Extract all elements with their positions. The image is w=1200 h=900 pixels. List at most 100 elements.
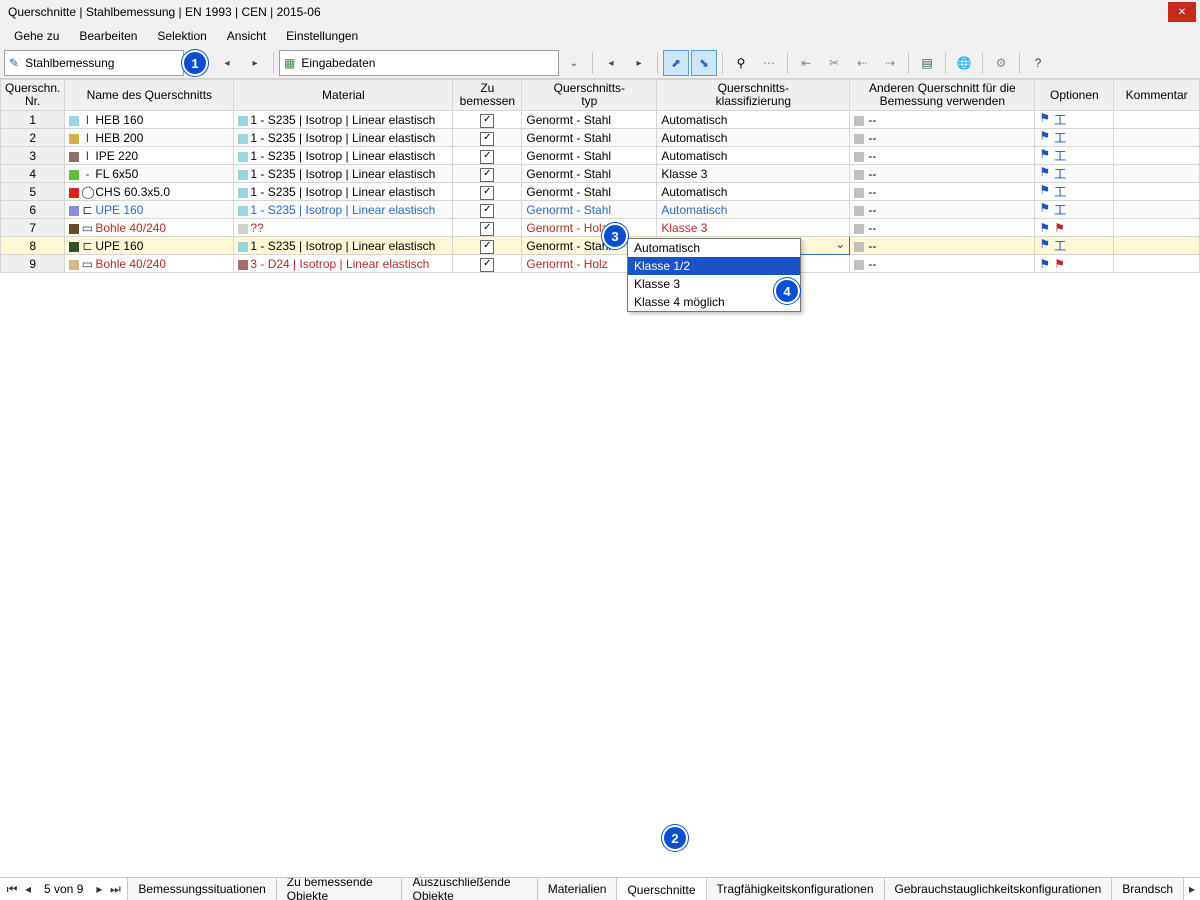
- classification-cell[interactable]: Automatisch: [657, 183, 850, 201]
- classification-cell[interactable]: Klasse 3: [657, 165, 850, 183]
- tool-clear[interactable]: ⋯: [756, 50, 782, 76]
- flag-icon[interactable]: ⚑: [1039, 147, 1050, 164]
- options-cell[interactable]: ⚑工: [1035, 147, 1114, 165]
- tab-brandsch[interactable]: Brandsch: [1112, 878, 1184, 900]
- material-cell[interactable]: 1 - S235 | Isotrop | Linear elastisch: [234, 183, 453, 201]
- options-cell[interactable]: ⚑工: [1035, 165, 1114, 183]
- tool-excel[interactable]: ▤: [914, 50, 940, 76]
- header-name[interactable]: Name des Querschnitts: [65, 80, 234, 111]
- section-name-cell[interactable]: ▭Bohle 40/240: [65, 255, 234, 273]
- pager-next-icon[interactable]: ▸: [93, 882, 105, 896]
- checkbox-icon[interactable]: ✓: [480, 168, 494, 182]
- other-section-cell[interactable]: --: [850, 147, 1035, 165]
- other-section-cell[interactable]: --: [850, 129, 1035, 147]
- section-name-cell[interactable]: IHEB 160: [65, 111, 234, 129]
- design-checkbox-cell[interactable]: ✓: [453, 147, 522, 165]
- checkbox-icon[interactable]: ✓: [480, 204, 494, 218]
- classification-cell[interactable]: Automatisch: [657, 111, 850, 129]
- comment-cell[interactable]: [1114, 255, 1200, 273]
- other-section-cell[interactable]: --: [850, 183, 1035, 201]
- header-check[interactable]: Zu bemessen: [453, 80, 522, 111]
- section-name-cell[interactable]: IHEB 200: [65, 129, 234, 147]
- options-cell[interactable]: ⚑工: [1035, 183, 1114, 201]
- close-button[interactable]: ✕: [1168, 2, 1196, 22]
- options-cell[interactable]: ⚑⚑: [1035, 219, 1114, 237]
- nav-next-button[interactable]: ▸: [626, 50, 652, 76]
- menu-einstellungen[interactable]: Einstellungen: [276, 24, 368, 48]
- options-cell[interactable]: ⚑工: [1035, 111, 1114, 129]
- table-row[interactable]: 4-FL 6x501 - S235 | Isotrop | Linear ela…: [1, 165, 1200, 183]
- section-icon[interactable]: 工: [1054, 129, 1066, 146]
- material-cell[interactable]: 1 - S235 | Isotrop | Linear elastisch: [234, 147, 453, 165]
- header-comment[interactable]: Kommentar: [1114, 80, 1200, 111]
- comment-cell[interactable]: [1114, 237, 1200, 255]
- checkbox-icon[interactable]: ✓: [480, 222, 494, 236]
- tab-tragf-higkeitskonfigurationen[interactable]: Tragfähigkeitskonfigurationen: [707, 878, 885, 900]
- comment-cell[interactable]: [1114, 183, 1200, 201]
- section-icon[interactable]: 工: [1054, 237, 1066, 254]
- design-checkbox-cell[interactable]: ✓: [453, 255, 522, 273]
- comment-cell[interactable]: [1114, 201, 1200, 219]
- comment-cell[interactable]: [1114, 219, 1200, 237]
- material-cell[interactable]: 1 - S235 | Isotrop | Linear elastisch: [234, 129, 453, 147]
- table-row[interactable]: 3IIPE 2201 - S235 | Isotrop | Linear ela…: [1, 147, 1200, 165]
- tool-settings[interactable]: ⚙: [988, 50, 1014, 76]
- checkbox-icon[interactable]: ✓: [480, 258, 494, 272]
- section-icon[interactable]: 工: [1054, 201, 1066, 218]
- design-checkbox-cell[interactable]: ✓: [453, 165, 522, 183]
- design-checkbox-cell[interactable]: ✓: [453, 201, 522, 219]
- menu-bearbeiten[interactable]: Bearbeiten: [69, 24, 147, 48]
- pager-first-icon[interactable]: ⏮: [6, 882, 18, 897]
- section-icon[interactable]: 工: [1054, 183, 1066, 200]
- tool-wand[interactable]: ⚲: [728, 50, 754, 76]
- other-section-cell[interactable]: --: [850, 111, 1035, 129]
- nav-prev-button[interactable]: ◂: [598, 50, 624, 76]
- section-name-cell[interactable]: ◯CHS 60.3x5.0: [65, 183, 234, 201]
- type-cell[interactable]: Genormt - Stahl: [522, 147, 657, 165]
- comment-cell[interactable]: [1114, 111, 1200, 129]
- section-icon[interactable]: 工: [1054, 147, 1066, 164]
- design-checkbox-cell[interactable]: ✓: [453, 237, 522, 255]
- checkbox-icon[interactable]: ✓: [480, 150, 494, 164]
- flag-icon[interactable]: ⚑: [1039, 111, 1050, 128]
- section-icon[interactable]: 工: [1054, 111, 1066, 128]
- section-icon[interactable]: 工: [1054, 165, 1066, 182]
- tool-row-delete[interactable]: ✂: [821, 50, 847, 76]
- material-cell[interactable]: 3 - D24 | Isotrop | Linear elastisch: [234, 255, 453, 273]
- comment-cell[interactable]: [1114, 147, 1200, 165]
- type-cell[interactable]: Genormt - Stahl: [522, 111, 657, 129]
- tab-materialien[interactable]: Materialien: [538, 878, 618, 900]
- classification-cell[interactable]: Klasse 3: [657, 219, 850, 237]
- table-row[interactable]: 6⊏UPE 1601 - S235 | Isotrop | Linear ela…: [1, 201, 1200, 219]
- classification-cell[interactable]: Automatisch: [657, 147, 850, 165]
- tool-row-left[interactable]: ⇠: [849, 50, 875, 76]
- table-row[interactable]: 5◯CHS 60.3x5.01 - S235 | Isotrop | Linea…: [1, 183, 1200, 201]
- next-button[interactable]: ▸: [242, 50, 268, 76]
- tab-querschnitte[interactable]: Querschnitte: [617, 878, 706, 900]
- checkbox-icon[interactable]: ✓: [480, 132, 494, 146]
- dropdown-option[interactable]: Automatisch: [628, 239, 800, 257]
- design-checkbox-cell[interactable]: ✓: [453, 219, 522, 237]
- flag-icon[interactable]: ⚑: [1039, 165, 1050, 182]
- type-cell[interactable]: Genormt - Holz: [522, 219, 657, 237]
- table-row[interactable]: 8⊏UPE 1601 - S235 | Isotrop | Linear ela…: [1, 237, 1200, 255]
- options-cell[interactable]: ⚑工: [1035, 129, 1114, 147]
- header-class[interactable]: Querschnitts- klassifizierung: [657, 80, 850, 111]
- other-section-cell[interactable]: --: [850, 165, 1035, 183]
- menu-ansicht[interactable]: Ansicht: [217, 24, 276, 48]
- material-cell[interactable]: ??: [234, 219, 453, 237]
- tool-row-start[interactable]: ⇤: [793, 50, 819, 76]
- tool-select-out[interactable]: ⬊: [691, 50, 717, 76]
- header-nr[interactable]: Querschn. Nr.: [1, 80, 65, 111]
- classification-cell[interactable]: Automatisch: [657, 201, 850, 219]
- section-name-cell[interactable]: ⊏UPE 160: [65, 201, 234, 219]
- prev-button[interactable]: ◂: [214, 50, 240, 76]
- menu-selektion[interactable]: Selektion: [147, 24, 216, 48]
- record-pager[interactable]: ⏮ ◂ 5 von 9 ▸ ⏭: [0, 878, 128, 900]
- flag-icon[interactable]: ⚑: [1039, 221, 1050, 235]
- checkbox-icon[interactable]: ✓: [480, 186, 494, 200]
- classification-dropdown-popup[interactable]: AutomatischKlasse 1/2Klasse 3Klasse 4 mö…: [627, 238, 801, 312]
- comment-cell[interactable]: [1114, 165, 1200, 183]
- tool-row-right[interactable]: ⇢: [877, 50, 903, 76]
- data-dropdown[interactable]: ▦ Eingabedaten: [279, 50, 559, 76]
